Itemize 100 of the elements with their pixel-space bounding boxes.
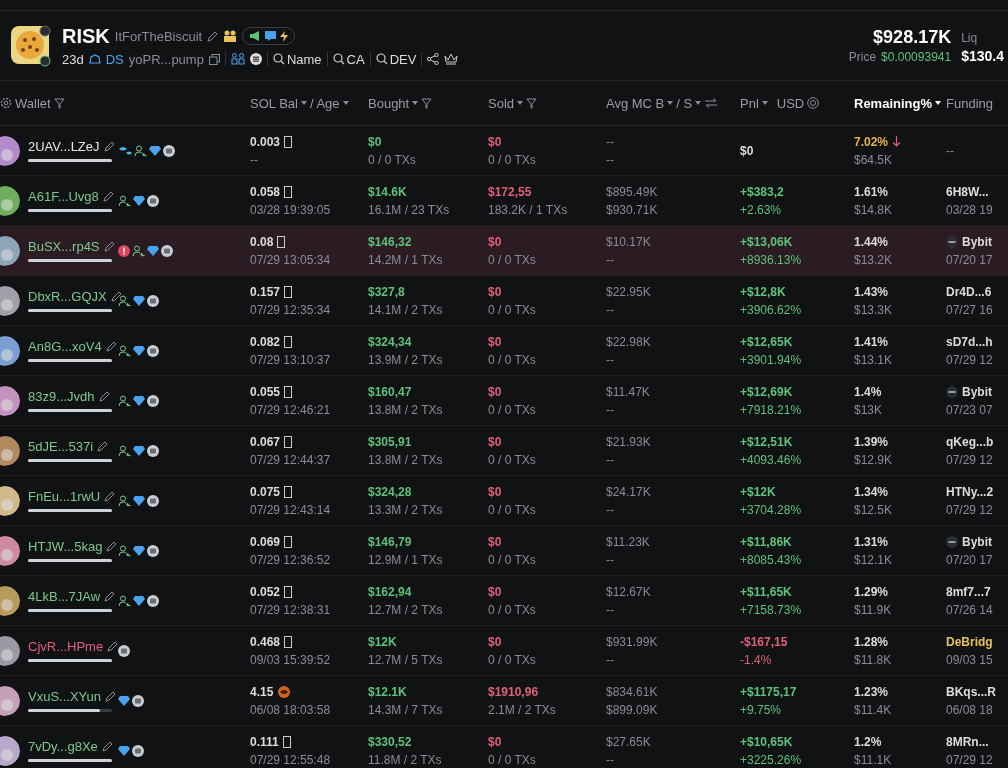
filter-icon[interactable] xyxy=(421,97,433,109)
edit-icon[interactable] xyxy=(105,341,117,352)
avg-sell-mc: -- xyxy=(606,152,615,167)
funding-source[interactable]: sD7d...h xyxy=(946,334,993,349)
search-button[interactable]: CA xyxy=(332,51,365,67)
grid-people-icon[interactable] xyxy=(230,53,245,65)
wallet-address[interactable]: FnEu...1rwU xyxy=(28,489,101,504)
wallet-address[interactable]: 2UAV...LZeJ xyxy=(28,139,100,154)
edit-icon[interactable] xyxy=(106,541,118,552)
column-header[interactable]: Sold xyxy=(488,95,606,111)
table-row[interactable]: 4LkB...7JAw 0.052 07/29 12:38:31 $162,94 12.7M / 2 TXs $0 0 / 0 TXs $12.67K -- +$11,65K +7158.73% 1.29% $11.9K 8mf7...7 07/26 14 xyxy=(0,576,1008,626)
coin-icon[interactable] xyxy=(807,97,820,109)
table-row[interactable]: HTJW...5kag 0.069 07/29 12:36:52 $146,79 12.9M / 1 TXs $0 0 / 0 TXs $11.23K -- +$11,86K +8085.43% 1.31% $12.1K Bybit 07/20 17 xyxy=(0,526,1008,576)
table-row[interactable]: CjvR...HPme 0.468 09/03 15:39:52 $12K 12.7M / 5 TXs $0 0 / 0 TXs $931.99K -- -$167,15 -1.4% 1.28% $11.8K DeBridg 09/03 15 xyxy=(0,626,1008,676)
bought-value: $0 xyxy=(368,134,383,149)
column-header[interactable]: Funding xyxy=(946,95,1008,111)
sol-balance: 0.067 xyxy=(250,434,281,449)
funding-source[interactable]: Bybit xyxy=(962,234,992,249)
edit-icon[interactable] xyxy=(102,191,114,202)
bought-value: $160,47 xyxy=(368,384,413,399)
pnl-value: +$11,86K xyxy=(740,534,793,549)
funding-source[interactable]: 8MRn... xyxy=(946,734,989,749)
table-row[interactable]: An8G...xoV4 0.082 07/29 13:10:37 $324,34 13.9M / 2 TXs $0 0 / 0 TXs $22.98K -- +$12,65K +3901.94% 1.41% $13.1K sD7d...h 07/29 12 xyxy=(0,326,1008,376)
wallet-address[interactable]: 4LkB...7JAw xyxy=(28,589,101,604)
column-header[interactable]: SOL Bal / Age xyxy=(250,95,368,111)
funding-source[interactable]: 6H8W... xyxy=(946,184,989,199)
column-header[interactable]: Wallet xyxy=(0,95,250,111)
column-header[interactable]: Avg MC B / S xyxy=(606,95,740,111)
settings-icon[interactable] xyxy=(0,97,12,109)
table-row[interactable]: 5dJE...537i 0.067 07/29 12:44:37 $305,91 13.8M / 2 TXs $0 0 / 0 TXs $21.93K -- +$12,51K +4093.46% 1.39% $12.9K qKeg...b 07/29 12 xyxy=(0,426,1008,476)
table-row[interactable]: 7vDy...g8Xe 0.111 07/29 12:55:48 $330,52 11.8M / 2 TXs $0 0 / 0 TXs $27.65K -- +$10,65K +3225.26% 1.2% $11.1K 8MRn... 07/29 12 xyxy=(0,726,1008,768)
table-row[interactable]: 2UAV...LZeJ 0.003 -- $0 0 / 0 TXs $0 0 / 0 TXs -- -- $0 7.02% $64.5K -- xyxy=(0,126,1008,176)
avg-buy-mc: $11.23K xyxy=(606,534,651,549)
wallet-address[interactable]: An8G...xoV4 xyxy=(28,339,102,354)
search-button[interactable]: DEV xyxy=(375,51,417,67)
funding-source[interactable]: -- xyxy=(946,143,954,158)
table-row[interactable]: 83z9...Jvdh 0.055 07/29 12:46:21 $160,47 13.8M / 2 TXs $0 0 / 0 TXs $11.47K -- +$12,69K +7918.21% 1.4% $13K Bybit 07/23 07 xyxy=(0,376,1008,426)
column-header[interactable]: Pnl USD xyxy=(740,95,854,111)
wallet-address[interactable]: 83z9...Jvdh xyxy=(28,389,95,404)
filter-icon[interactable] xyxy=(53,97,65,109)
wallet-address[interactable]: VxuS...XYun xyxy=(28,689,101,704)
share-icon[interactable] xyxy=(427,53,440,65)
caret-icon[interactable] xyxy=(667,101,674,105)
column-header[interactable]: Remaining% xyxy=(854,95,946,111)
funding-source[interactable]: DeBridg xyxy=(946,634,993,649)
remaining-value: $13K xyxy=(854,402,884,417)
edit-icon[interactable] xyxy=(101,741,113,752)
caret-icon[interactable] xyxy=(412,101,419,105)
funding-source[interactable]: Bybit xyxy=(962,384,992,399)
search-button[interactable]: Name xyxy=(272,51,322,67)
bought-txs: 11.8M / 2 TXs xyxy=(368,752,443,767)
list-icon[interactable] xyxy=(249,53,262,65)
funding-source[interactable]: Bybit xyxy=(962,534,992,549)
table-row[interactable]: FnEu...1rwU 0.075 07/29 12:43:14 $324,28 13.3M / 2 TXs $0 0 / 0 TXs $24.17K -- +$12K +3704.28% 1.34% $12.5K HTNy...2 07/29 12 xyxy=(0,476,1008,526)
wallet-address[interactable]: BuSX...rp4S xyxy=(28,239,100,254)
funding-source[interactable]: Dr4D...6 xyxy=(946,284,992,299)
edit-icon[interactable] xyxy=(98,391,110,402)
pnl-percent: +8085.43% xyxy=(740,552,803,567)
coin-icon xyxy=(147,594,159,607)
sold-value: $0 xyxy=(488,484,503,499)
edit-icon[interactable] xyxy=(97,441,109,452)
caret-icon[interactable] xyxy=(517,101,524,105)
wallet-address[interactable]: A61F...Uvg8 xyxy=(28,189,99,204)
filter-icon[interactable] xyxy=(526,97,538,109)
avg-sell-mc: -- xyxy=(606,302,615,317)
column-header[interactable]: Bought xyxy=(368,95,488,111)
sold-txs: 0 / 0 TXs xyxy=(488,752,537,767)
sold-value: $0 xyxy=(488,734,503,749)
edit-icon[interactable] xyxy=(110,291,122,302)
wallet-address[interactable]: CjvR...HPme xyxy=(28,639,104,654)
token-age: 23d xyxy=(62,51,84,67)
user-star-icon xyxy=(118,344,131,357)
copy-icon[interactable] xyxy=(208,53,220,65)
edit-icon[interactable] xyxy=(103,141,115,152)
wallet-address[interactable]: HTJW...5kag xyxy=(28,539,103,554)
crown-icon[interactable] xyxy=(444,53,459,65)
wallet-address[interactable]: DbxR...GQJX xyxy=(28,289,107,304)
caret-icon[interactable] xyxy=(695,101,702,105)
edit-icon[interactable] xyxy=(207,30,219,42)
edit-icon[interactable] xyxy=(104,491,116,502)
funding-source[interactable]: HTNy...2 xyxy=(946,484,994,499)
sold-txs: 0 / 0 TXs xyxy=(488,302,537,317)
table-row[interactable]: VxuS...XYun 4.15 06/08 18:03:58 $12.1K 14.3M / 7 TXs $1910,96 2.1M / 2 TXs $834.61K $899.09K +$1175,17 +9.75% 1.23% $11.4K BKqs...R 06/08 18 xyxy=(0,676,1008,726)
avg-sell-mc: -- xyxy=(606,352,615,367)
dex-link[interactable]: DS xyxy=(105,51,124,67)
edit-icon[interactable] xyxy=(104,591,116,602)
funding-source[interactable]: qKeg...b xyxy=(946,434,994,449)
caret-icon[interactable] xyxy=(761,101,768,105)
funding-source[interactable]: 8mf7...7 xyxy=(946,584,991,599)
wallet-address[interactable]: 7vDy...g8Xe xyxy=(28,739,98,754)
edit-icon[interactable] xyxy=(103,241,115,252)
caret-icon[interactable] xyxy=(342,101,349,105)
funding-source[interactable]: BKqs...R xyxy=(946,684,996,699)
caret-icon[interactable] xyxy=(300,101,307,105)
table-row[interactable]: DbxR...GQJX 0.157 07/29 12:35:34 $327,8 14.1M / 2 TXs $0 0 / 0 TXs $22.95K -- +$12,8K +3906.62% 1.43% $13.3K Dr4D...6 07/27 16 xyxy=(0,276,1008,326)
edit-icon[interactable] xyxy=(107,641,119,652)
swap-icon[interactable] xyxy=(704,98,719,108)
wallet-address[interactable]: 5dJE...537i xyxy=(28,439,94,454)
table-row[interactable]: BuSX...rp4S 0.08 07/29 13:05:34 $146,32 14.2M / 1 TXs $0 0 / 0 TXs $10.17K -- +$13,06K +8936.13% 1.44% $13.2K Bybit 07/20 17 xyxy=(0,226,1008,276)
edit-icon[interactable] xyxy=(105,691,116,702)
